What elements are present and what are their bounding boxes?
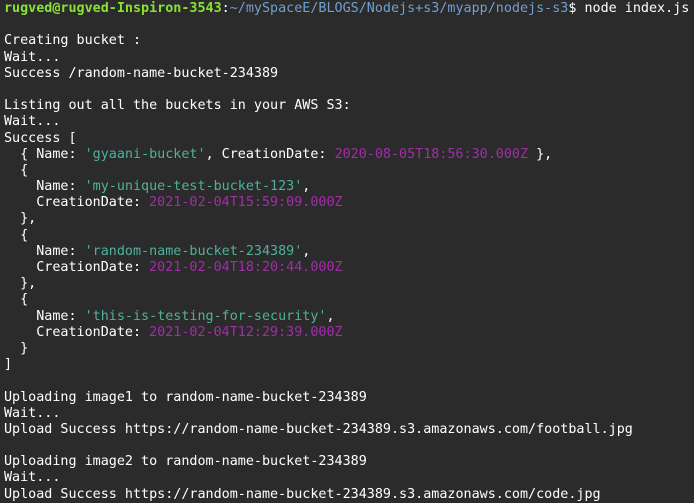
output-text: Name: bbox=[4, 179, 85, 195]
output-text: , bbox=[326, 308, 335, 324]
output-text: Wait... bbox=[4, 49, 61, 65]
creation-date-value: 2020-08-05T18:56:30.000Z bbox=[334, 146, 529, 162]
output-text: ] bbox=[4, 357, 13, 373]
output-line: }, bbox=[4, 276, 694, 292]
output-text: , CreationDate: bbox=[205, 146, 335, 162]
creation-date-value: 2021-02-04T12:29:39.000Z bbox=[149, 324, 343, 340]
output-text: Name: bbox=[4, 243, 85, 259]
prompt-user-host: rugved@rugved-Inspiron-3543 bbox=[4, 1, 222, 16]
output-line: Uploading image2 to random-name-bucket-2… bbox=[4, 454, 694, 470]
output-text: , bbox=[302, 179, 311, 195]
bucket-name-string: 'my-unique-test-bucket-123' bbox=[84, 179, 303, 195]
output-text: { Name: bbox=[4, 146, 85, 162]
output-text: Creating bucket : bbox=[4, 33, 142, 49]
output-text: { bbox=[4, 162, 29, 178]
output-text: }, bbox=[528, 146, 553, 162]
output-line: Listing out all the buckets in your AWS … bbox=[4, 98, 694, 114]
output-line: Wait... bbox=[4, 50, 694, 66]
output-line: Success [ bbox=[4, 131, 694, 147]
output-line: Name: 'random-name-bucket-234389', bbox=[4, 244, 694, 260]
output-line: Upload Success https://random-name-bucke… bbox=[4, 487, 694, 503]
output-text: Wait... bbox=[4, 470, 61, 486]
bucket-name-string: 'random-name-bucket-234389' bbox=[84, 243, 303, 259]
creation-date-value: 2021-02-04T18:20:44.000Z bbox=[149, 260, 343, 275]
output-text: Name: bbox=[4, 308, 85, 324]
prompt-path: ~/mySpaceE/BLOGS/Nodejs+s3/myapp/nodejs-… bbox=[229, 1, 569, 16]
output-text: Wait... bbox=[4, 405, 61, 421]
output-line: Wait... bbox=[4, 406, 694, 422]
output-text: Upload Success https://random-name-bucke… bbox=[4, 486, 601, 502]
output-text: CreationDate: bbox=[4, 324, 150, 340]
output-text: CreationDate: bbox=[4, 195, 150, 211]
prompt-separator: : bbox=[221, 1, 230, 16]
output-text: Uploading image2 to random-name-bucket-2… bbox=[4, 454, 367, 470]
output-text: }, bbox=[4, 276, 37, 292]
prompt-line: rugved@rugved-Inspiron-3543:~/mySpaceE/B… bbox=[4, 1, 694, 17]
output-text: Success /random-name-bucket-234389 bbox=[4, 65, 279, 81]
terminal-output: Creating bucket : Wait... Success /random-… bbox=[4, 17, 694, 503]
output-line: CreationDate: 2021-02-04T12:29:39.000Z bbox=[4, 325, 694, 341]
output-line: Wait... bbox=[4, 114, 694, 130]
output-line: Uploading image1 to random-name-bucket-2… bbox=[4, 390, 694, 406]
output-line: { bbox=[4, 292, 694, 308]
output-text: { bbox=[4, 292, 29, 308]
output-line: Creating bucket : bbox=[4, 33, 694, 49]
output-text: Wait... bbox=[4, 114, 61, 130]
output-text: Success [ bbox=[4, 130, 77, 146]
terminal-window[interactable]: rugved@rugved-Inspiron-3543:~/mySpaceE/B… bbox=[0, 0, 694, 503]
output-line: { bbox=[4, 228, 694, 244]
output-line: Wait... bbox=[4, 470, 694, 486]
output-line: ] bbox=[4, 357, 694, 373]
bucket-name-string: 'this-is-testing-for-security' bbox=[84, 308, 327, 324]
output-line: Name: 'my-unique-test-bucket-123', bbox=[4, 179, 694, 195]
output-line: { Name: 'gyaani-bucket', CreationDate: 2… bbox=[4, 147, 694, 163]
creation-date-value: 2021-02-04T15:59:09.000Z bbox=[149, 195, 343, 211]
output-line: } bbox=[4, 341, 694, 357]
output-line: { bbox=[4, 163, 694, 179]
output-text: Listing out all the buckets in your AWS … bbox=[4, 98, 351, 114]
output-line: Success /random-name-bucket-234389 bbox=[4, 66, 694, 82]
output-text: { bbox=[4, 227, 29, 243]
bucket-name-string: 'gyaani-bucket' bbox=[84, 146, 206, 162]
output-text: , bbox=[302, 243, 311, 259]
output-line: CreationDate: 2021-02-04T18:20:44.000Z bbox=[4, 260, 694, 276]
output-text: Upload Success https://random-name-bucke… bbox=[4, 421, 633, 437]
prompt-command: node index.js bbox=[576, 1, 690, 16]
output-text: } bbox=[4, 340, 29, 356]
output-text: }, bbox=[4, 211, 37, 227]
output-text: Uploading image1 to random-name-bucket-2… bbox=[4, 389, 367, 405]
output-line: Name: 'this-is-testing-for-security', bbox=[4, 309, 694, 325]
output-text: CreationDate: bbox=[4, 260, 150, 275]
output-line: CreationDate: 2021-02-04T15:59:09.000Z bbox=[4, 195, 694, 211]
output-line: Upload Success https://random-name-bucke… bbox=[4, 422, 694, 438]
output-line: }, bbox=[4, 211, 694, 227]
